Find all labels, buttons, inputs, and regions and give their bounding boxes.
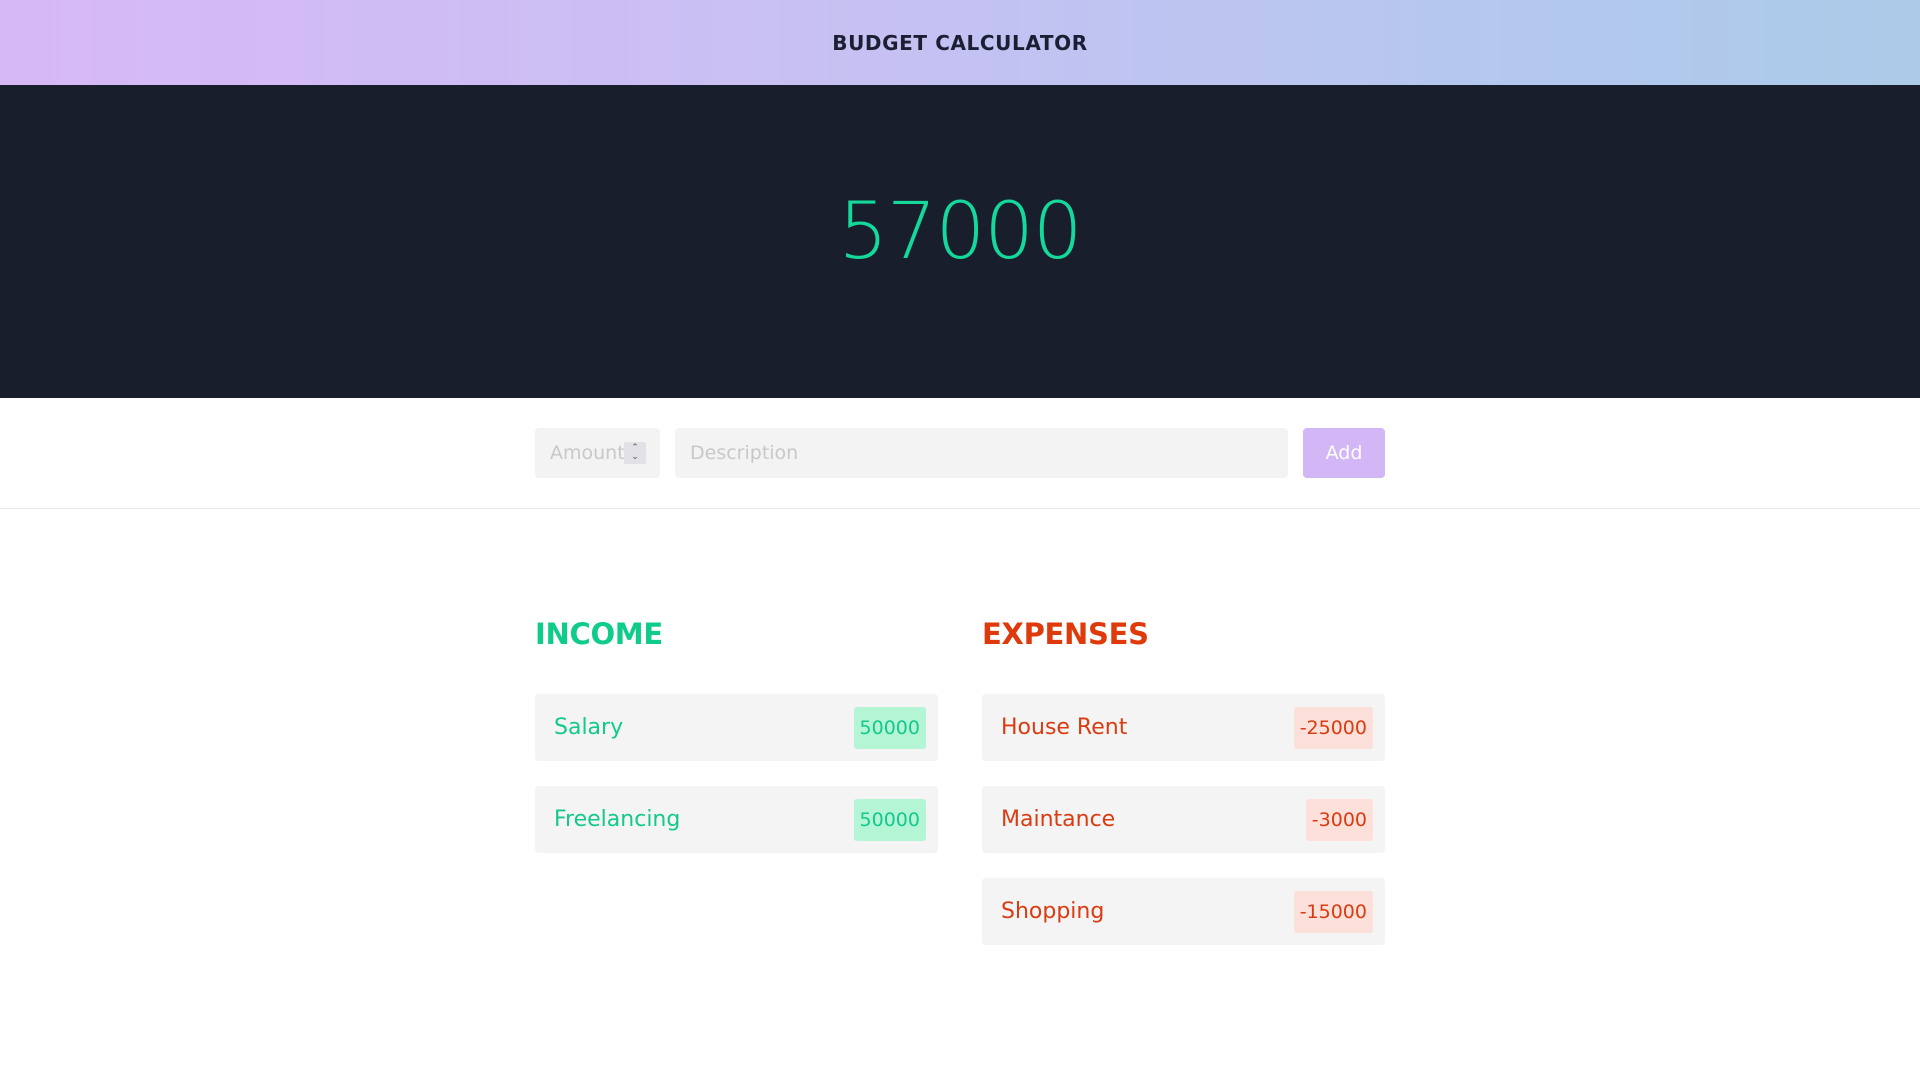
expense-item[interactable]: Maintance -3000 xyxy=(982,786,1385,853)
app-header: BUDGET CALCULATOR xyxy=(0,0,1920,85)
app-title: BUDGET CALCULATOR xyxy=(832,30,1088,55)
income-item-value: 50000 xyxy=(853,706,926,749)
entries-section: INCOME Salary 50000 Freelancing 50000 EX… xyxy=(0,509,1920,1079)
income-item-label: Freelancing xyxy=(554,807,681,832)
amount-placeholder: Amount xyxy=(550,442,625,464)
expense-item-label: Shopping xyxy=(1001,899,1105,924)
expense-item-label: House Rent xyxy=(1001,715,1128,740)
income-heading: INCOME xyxy=(535,617,663,651)
chevron-down-icon[interactable]: ⌄ xyxy=(631,453,639,462)
expense-item-value: -15000 xyxy=(1293,890,1373,933)
expense-item[interactable]: House Rent -25000 xyxy=(982,694,1385,761)
balance-panel: 57000 xyxy=(0,85,1920,398)
expenses-heading: EXPENSES xyxy=(982,617,1149,651)
income-item-value: 50000 xyxy=(853,798,926,841)
expense-item-value: -3000 xyxy=(1305,798,1373,841)
add-button[interactable]: Add xyxy=(1303,428,1385,478)
add-entry-form: Amount ⌃ ⌄ Description Add xyxy=(0,398,1920,509)
income-item[interactable]: Salary 50000 xyxy=(535,694,938,761)
balance-total: 57000 xyxy=(838,186,1082,277)
number-stepper[interactable]: ⌃ ⌄ xyxy=(624,442,646,464)
expense-item-label: Maintance xyxy=(1001,807,1116,832)
expense-item-value: -25000 xyxy=(1293,706,1373,749)
description-placeholder: Description xyxy=(690,442,799,464)
description-input[interactable]: Description xyxy=(675,428,1288,478)
expense-item[interactable]: Shopping -15000 xyxy=(982,878,1385,945)
income-item-label: Salary xyxy=(554,715,624,740)
income-item[interactable]: Freelancing 50000 xyxy=(535,786,938,853)
amount-input[interactable]: Amount ⌃ ⌄ xyxy=(535,428,660,478)
